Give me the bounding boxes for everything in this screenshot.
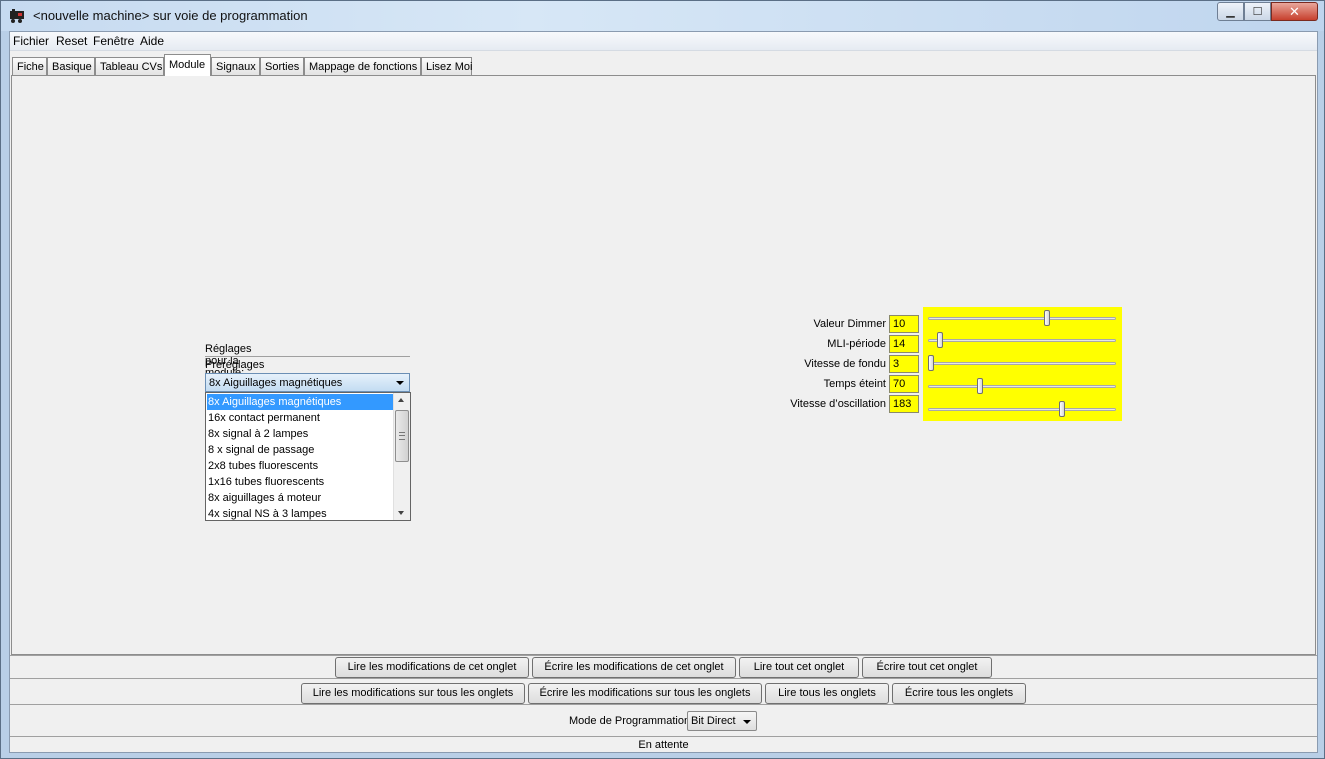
vitesse-oscillation-slider-track[interactable] <box>928 408 1116 411</box>
write-all-tabs-button[interactable]: Écrire tous les onglets <box>892 683 1026 704</box>
mli-periode-field[interactable]: 14 <box>889 335 919 353</box>
programming-mode-label: Mode de Programmation <box>569 715 691 727</box>
preset-option[interactable]: 8x signal à 2 lampes <box>207 426 393 442</box>
valeur-dimmer-slider-thumb[interactable] <box>1044 310 1051 326</box>
write-all-tab-button[interactable]: Écrire tout cet onglet <box>862 657 992 678</box>
menu-bar: Fichier Reset Fenêtre Aide <box>10 32 1317 51</box>
tab-module[interactable]: Module <box>164 54 211 76</box>
menu-aide[interactable]: Aide <box>140 34 164 48</box>
presets-dropdown-value: 8x Aiguillages magnétiques <box>209 377 343 389</box>
heading-divider <box>205 356 410 357</box>
temps-eteint-field[interactable]: 70 <box>889 375 919 393</box>
module-tab-panel: Réglages pour la module: Préréglages 8x … <box>11 75 1316 655</box>
setting-label-mli-periode: MLI-période <box>827 338 886 350</box>
tab-lisez-moi[interactable]: Lisez Moi <box>421 57 472 75</box>
tab-mappage-de-fonctions[interactable]: Mappage de fonctions <box>304 57 421 75</box>
menu-reset[interactable]: Reset <box>56 34 87 48</box>
minimize-button[interactable]: ▁ <box>1217 2 1244 21</box>
read-tab-changes-button[interactable]: Lire les modifications de cet onglet <box>335 657 529 678</box>
tab-sorties[interactable]: Sorties <box>260 57 304 75</box>
preset-option[interactable]: 1x16 tubes fluorescents <box>207 474 393 490</box>
window-title: <nouvelle machine> sur voie de programma… <box>33 8 308 23</box>
setting-label-valeur-dimmer: Valeur Dimmer <box>813 318 886 330</box>
menu-fenetre[interactable]: Fenêtre <box>93 34 134 48</box>
close-button[interactable]: ✕ <box>1271 2 1318 21</box>
mli-periode-slider-thumb[interactable] <box>937 332 944 348</box>
divider <box>10 704 1317 705</box>
mli-periode-slider-track[interactable] <box>928 339 1116 342</box>
status-text: En attente <box>638 739 689 751</box>
preset-option[interactable]: 8 x signal de passage <box>207 442 393 458</box>
tab-signaux[interactable]: Signaux <box>211 57 260 75</box>
read-all-tab-button[interactable]: Lire tout cet onglet <box>739 657 859 678</box>
menu-fichier[interactable]: Fichier <box>13 34 49 48</box>
grip-icon <box>399 432 405 440</box>
vitesse-de-fondu-slider-track[interactable] <box>928 362 1116 365</box>
tab-bar: Fiche Basique Tableau CVs Module Signaux… <box>10 54 1317 76</box>
chevron-down-icon <box>743 720 751 724</box>
preset-option[interactable]: 16x contact permanent <box>207 410 393 426</box>
temps-eteint-slider-thumb[interactable] <box>977 378 984 394</box>
preset-option[interactable]: 8x aiguillages á moteur <box>207 490 393 506</box>
scroll-thumb[interactable] <box>395 410 409 462</box>
client-area: Fichier Reset Fenêtre Aide Fiche Basique… <box>9 31 1318 753</box>
divider <box>10 736 1317 737</box>
temps-eteint-slider-track[interactable] <box>928 385 1116 388</box>
scroll-up-icon[interactable] <box>398 398 404 402</box>
presets-list[interactable]: 8x Aiguillages magnétiques 16x contact p… <box>205 392 411 521</box>
programming-mode-dropdown[interactable]: Bit Direct <box>687 711 757 731</box>
tab-tableau-cvs[interactable]: Tableau CVs <box>95 57 164 75</box>
vitesse-de-fondu-slider-thumb[interactable] <box>928 355 934 371</box>
valeur-dimmer-slider-track[interactable] <box>928 317 1116 320</box>
list-scrollbar[interactable] <box>393 393 410 520</box>
setting-label-vitesse-oscillation: Vitesse d’oscillation <box>790 398 886 410</box>
tab-basique[interactable]: Basique <box>47 57 95 75</box>
tab-fiche[interactable]: Fiche <box>12 57 47 75</box>
read-all-tabs-button[interactable]: Lire tous les onglets <box>765 683 889 704</box>
programming-mode-value: Bit Direct <box>691 715 736 727</box>
setting-label-temps-eteint: Temps éteint <box>823 378 886 390</box>
maximize-button[interactable]: ☐ <box>1244 2 1271 21</box>
chevron-down-icon <box>396 381 404 385</box>
write-tab-changes-button[interactable]: Écrire les modifications de cet onglet <box>532 657 736 678</box>
setting-label-vitesse-de-fondu: Vitesse de fondu <box>804 358 886 370</box>
valeur-dimmer-field[interactable]: 10 <box>889 315 919 333</box>
write-changes-all-tabs-button[interactable]: Écrire les modifications sur tous les on… <box>528 683 762 704</box>
divider <box>10 678 1317 679</box>
title-bar[interactable]: <nouvelle machine> sur voie de programma… <box>1 1 1324 31</box>
scroll-down-icon[interactable] <box>398 511 404 515</box>
preset-option[interactable]: 8x Aiguillages magnétiques <box>207 394 393 410</box>
divider <box>10 655 1317 656</box>
app-window: <nouvelle machine> sur voie de programma… <box>0 0 1325 759</box>
slider-panel <box>923 307 1122 421</box>
vitesse-de-fondu-field[interactable]: 3 <box>889 355 919 373</box>
vitesse-oscillation-field[interactable]: 183 <box>889 395 919 413</box>
presets-dropdown[interactable]: 8x Aiguillages magnétiques <box>205 373 410 392</box>
presets-label: Préréglages <box>205 359 265 371</box>
preset-option[interactable]: 2x8 tubes fluorescents <box>207 458 393 474</box>
read-changes-all-tabs-button[interactable]: Lire les modifications sur tous les ongl… <box>301 683 525 704</box>
preset-option[interactable]: 4x signal NS à 3 lampes <box>207 506 393 522</box>
locomotive-icon <box>10 9 24 23</box>
vitesse-oscillation-slider-thumb[interactable] <box>1059 401 1066 417</box>
